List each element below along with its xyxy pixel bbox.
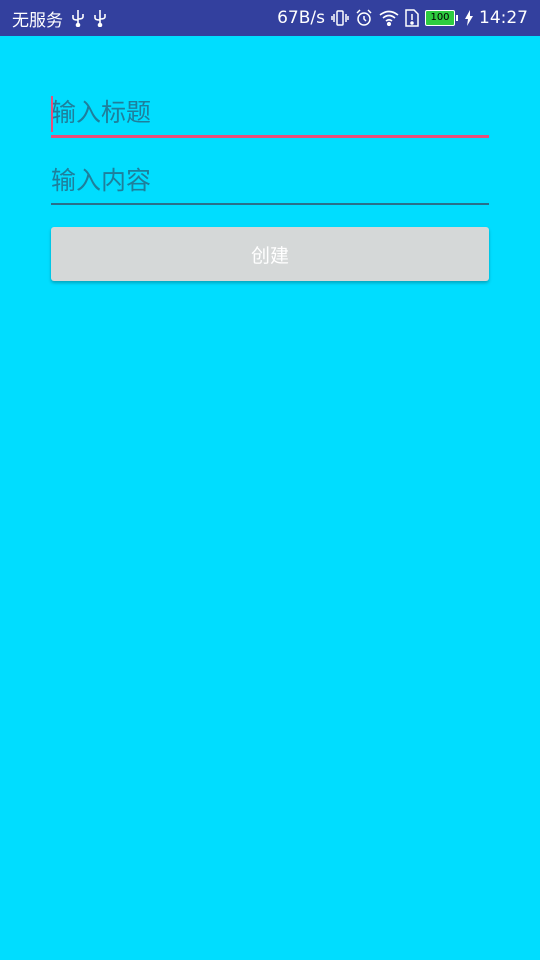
text-cursor (51, 96, 53, 132)
battery-icon: 100 (425, 10, 458, 26)
clock: 14:27 (479, 8, 528, 28)
vibrate-icon (331, 9, 349, 27)
wifi-icon (379, 10, 399, 26)
create-button[interactable]: 创建 (51, 227, 489, 281)
title-field-container (51, 90, 489, 138)
title-input[interactable] (51, 90, 489, 135)
content-field-container (51, 157, 489, 205)
status-bar-left: 无服务 (12, 6, 107, 31)
alarm-icon (355, 9, 373, 27)
status-bar: 无服务 67B/s 100 14:27 (0, 0, 540, 36)
usb-icon (93, 9, 107, 27)
status-bar-right: 67B/s 100 14:27 (277, 8, 528, 28)
sim-alert-icon (405, 9, 419, 27)
carrier-text: 无服务 (12, 10, 63, 31)
content-input[interactable] (51, 157, 489, 203)
usb-icon (71, 9, 85, 27)
charging-icon (465, 10, 473, 26)
create-form: 创建 (51, 90, 489, 281)
network-speed: 67B/s (277, 8, 325, 28)
